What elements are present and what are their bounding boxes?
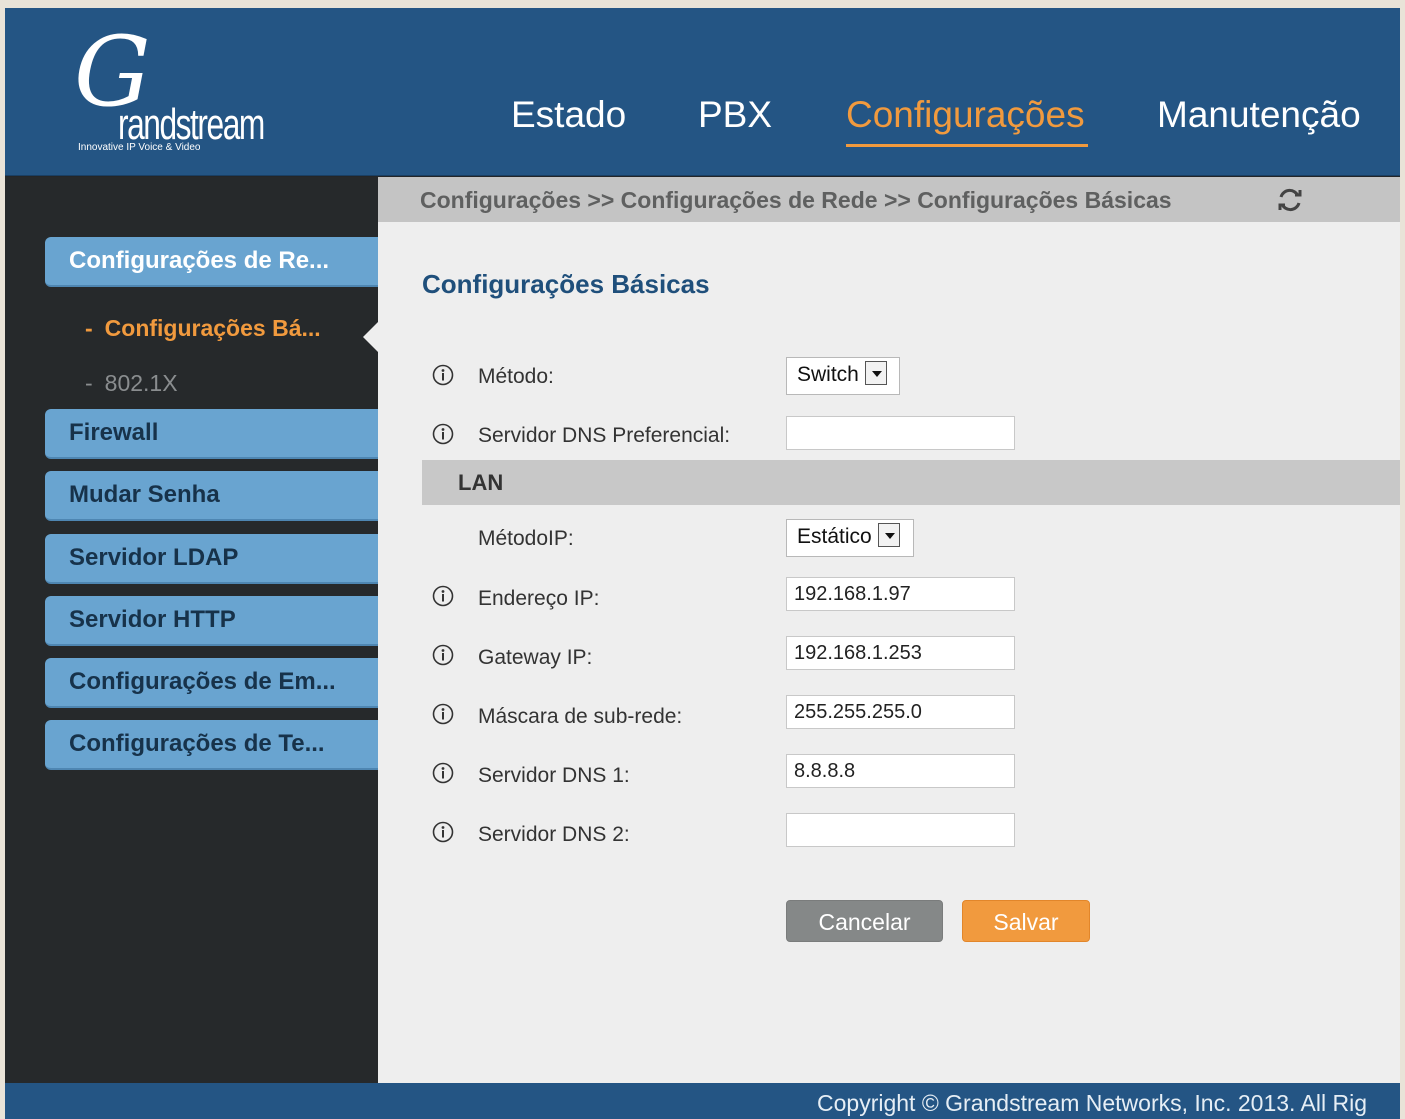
dns1-label: Servidor DNS 1: <box>478 764 630 787</box>
subitem-dash: - <box>85 315 93 341</box>
mascara-input[interactable]: 255.255.255.0 <box>786 695 1015 729</box>
chevron-down-icon <box>864 361 887 386</box>
sidebar: Configurações de Re... - Configurações Bá… <box>5 177 378 1083</box>
active-nav-underline <box>846 144 1088 147</box>
subitem-dash: - <box>85 370 93 396</box>
dns1-input[interactable]: 8.8.8.8 <box>786 754 1015 788</box>
gateway-ip-label: Gateway IP: <box>478 646 593 669</box>
nav-manutencao[interactable]: Manutenção <box>1157 94 1361 136</box>
breadcrumb-bar: Configurações >> Configurações de Rede >… <box>378 177 1400 222</box>
footer: Copyright © Grandstream Networks, Inc. 2… <box>5 1083 1400 1119</box>
sidebar-item-servidor-ldap[interactable]: Servidor LDAP <box>45 534 378 584</box>
endereco-ip-input[interactable]: 192.168.1.97 <box>786 577 1015 611</box>
sidebar-subitem-8021x[interactable]: -802.1X <box>85 370 178 397</box>
app-window: G randstream Innovative IP Voice & Video… <box>5 8 1400 1119</box>
info-icon[interactable] <box>432 423 454 445</box>
info-icon[interactable] <box>432 821 454 843</box>
active-pointer-arrow <box>363 322 378 352</box>
metodo-ip-value: Estático <box>797 525 872 548</box>
refresh-icon[interactable] <box>1276 186 1304 214</box>
nav-pbx[interactable]: PBX <box>698 94 772 136</box>
sidebar-item-configuracoes-de-tempo[interactable]: Configurações de Te... <box>45 720 378 770</box>
copyright-text: Copyright © Grandstream Networks, Inc. 2… <box>817 1090 1368 1116</box>
info-icon[interactable] <box>432 364 454 386</box>
lan-section-header: LAN <box>422 460 1400 505</box>
cancel-button[interactable]: Cancelar <box>786 900 943 942</box>
metodo-select[interactable]: Switch <box>786 357 900 395</box>
mascara-label: Máscara de sub-rede: <box>478 705 683 728</box>
dns-preferencial-input[interactable] <box>786 416 1015 450</box>
nav-configuracoes[interactable]: Configurações <box>846 94 1085 136</box>
info-icon[interactable] <box>432 762 454 784</box>
grandstream-logo[interactable]: G randstream Innovative IP Voice & Video <box>70 24 270 160</box>
sidebar-item-configuracoes-de-rede[interactable]: Configurações de Re... <box>45 237 378 287</box>
lan-section-label: LAN <box>458 470 504 495</box>
dns-preferencial-label: Servidor DNS Preferencial: <box>478 424 731 447</box>
metodo-ip-select[interactable]: Estático <box>786 519 914 557</box>
sidebar-item-servidor-http[interactable]: Servidor HTTP <box>45 596 378 646</box>
info-icon[interactable] <box>432 585 454 607</box>
page-title: Configurações Básicas <box>422 269 710 299</box>
nav-estado[interactable]: Estado <box>511 94 626 136</box>
main-content: Configurações >> Configurações de Rede >… <box>378 177 1400 1083</box>
header: G randstream Innovative IP Voice & Video… <box>5 8 1400 176</box>
endereco-ip-label: Endereço IP: <box>478 587 600 610</box>
chevron-down-icon <box>877 523 900 548</box>
breadcrumb: Configurações >> Configurações de Rede >… <box>420 187 1172 213</box>
subitem-label: 802.1X <box>104 370 178 396</box>
logo-tagline: Innovative IP Voice & Video <box>78 142 201 153</box>
subitem-label: Configurações Bá... <box>104 315 321 341</box>
metodo-value: Switch <box>797 363 859 386</box>
dns2-input[interactable] <box>786 813 1015 847</box>
dns2-label: Servidor DNS 2: <box>478 823 630 846</box>
gateway-ip-input[interactable]: 192.168.1.253 <box>786 636 1015 670</box>
sidebar-item-mudar-senha[interactable]: Mudar Senha <box>45 471 378 521</box>
sidebar-item-configuracoes-de-email[interactable]: Configurações de Em... <box>45 658 378 708</box>
sidebar-item-firewall[interactable]: Firewall <box>45 409 378 459</box>
metodo-label: Método: <box>478 365 554 388</box>
sidebar-subitem-configuracoes-basicas[interactable]: - Configurações Bá... <box>85 315 321 342</box>
info-icon[interactable] <box>432 703 454 725</box>
info-icon[interactable] <box>432 644 454 666</box>
save-button[interactable]: Salvar <box>962 900 1090 942</box>
metodo-ip-label: MétodoIP: <box>478 527 574 550</box>
